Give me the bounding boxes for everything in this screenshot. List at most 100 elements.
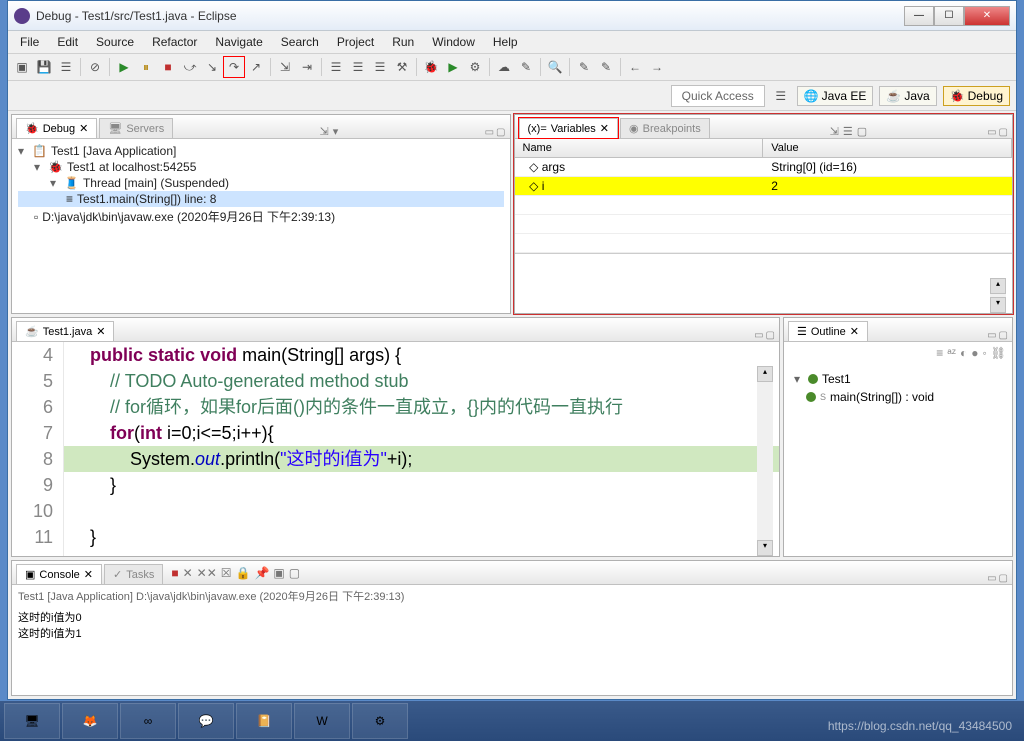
windows-taskbar[interactable]: 🖥 🦊 ∞ 💬 📔 W ⚙ https://blog.csdn.net/qq_4… bbox=[0, 701, 1024, 741]
tool2-icon[interactable]: ☰ bbox=[348, 57, 368, 77]
vars-min-icon[interactable]: ▭ bbox=[987, 127, 996, 138]
menu-source[interactable]: Source bbox=[88, 33, 142, 51]
console-clear-icon[interactable]: ☒ bbox=[221, 566, 232, 580]
taskbar-word[interactable]: W bbox=[294, 703, 350, 739]
menu-refactor[interactable]: Refactor bbox=[144, 33, 205, 51]
build-icon[interactable]: ⚒ bbox=[392, 57, 412, 77]
console-output[interactable]: 这时的i值为0 这时的i值为1 bbox=[12, 607, 1012, 695]
annot-icon[interactable]: ✎ bbox=[574, 57, 594, 77]
outline-tree[interactable]: ▾ Test1 S main(String[]) : void bbox=[784, 364, 1012, 412]
menu-edit[interactable]: Edit bbox=[49, 33, 86, 51]
forward-icon[interactable]: → bbox=[647, 57, 667, 77]
console-min-icon[interactable]: ▭ bbox=[987, 573, 996, 584]
quick-access[interactable]: Quick Access bbox=[671, 85, 765, 107]
debug-view-menu-icon[interactable]: ▾ bbox=[333, 125, 339, 138]
debug-app-node[interactable]: Test1 [Java Application] bbox=[51, 144, 176, 158]
menu-window[interactable]: Window bbox=[424, 33, 483, 51]
search-icon[interactable]: 🔍 bbox=[545, 57, 565, 77]
console-display-icon[interactable]: ▣ bbox=[273, 566, 284, 580]
vars-detail-pane[interactable]: ▴▾ bbox=[515, 253, 1013, 313]
menu-search[interactable]: Search bbox=[273, 33, 327, 51]
minimize-button[interactable]: — bbox=[904, 6, 934, 26]
perspective-java[interactable]: ☕ Java bbox=[879, 86, 936, 106]
outline-focus-icon[interactable]: ◦ bbox=[983, 346, 987, 360]
taskbar-eclipse[interactable]: ⚙ bbox=[352, 703, 408, 739]
tab-editor[interactable]: ☕ Test1.java ✕ bbox=[16, 321, 114, 341]
minimize-view-icon[interactable]: ▭ bbox=[485, 127, 494, 138]
close-button[interactable]: ✕ bbox=[964, 6, 1010, 26]
save-icon[interactable]: 💾 bbox=[34, 57, 54, 77]
menu-file[interactable]: File bbox=[12, 33, 47, 51]
drop-frame-icon[interactable]: ⇲ bbox=[275, 57, 295, 77]
outline-filter-icon[interactable]: ● bbox=[971, 346, 978, 360]
debug-drop-icon[interactable]: 🐞 bbox=[421, 57, 441, 77]
gutter[interactable]: 456 789 101112 bbox=[12, 342, 64, 556]
suspend-icon[interactable]: ⏸ bbox=[136, 57, 156, 77]
console-remove-icon[interactable]: ✕ bbox=[183, 566, 193, 580]
vars-scrollbar[interactable]: ▴▾ bbox=[990, 278, 1006, 313]
vars-collapse-icon[interactable]: ▢ bbox=[857, 125, 867, 138]
tab-breakpoints[interactable]: ◉ Breakpoints bbox=[620, 118, 710, 138]
editor-max-icon[interactable]: ▢ bbox=[766, 330, 775, 341]
run-drop-icon[interactable]: ▶ bbox=[443, 57, 463, 77]
debug-frame-node[interactable]: Test1.main(String[]) line: 8 bbox=[77, 192, 216, 206]
skip-bp-icon[interactable]: ⊘ bbox=[85, 57, 105, 77]
back-icon[interactable]: ← bbox=[625, 57, 645, 77]
taskbar-vs[interactable]: ∞ bbox=[120, 703, 176, 739]
outline-link-icon[interactable]: ⛓ bbox=[991, 346, 1006, 360]
tab-servers[interactable]: 🖥 Servers bbox=[99, 118, 173, 138]
disconnect-icon[interactable]: ⤻ bbox=[180, 57, 200, 77]
outline-sort-icon[interactable]: ≡ bbox=[936, 346, 943, 360]
new-icon[interactable]: ▣ bbox=[12, 57, 32, 77]
tab-tasks[interactable]: ✓ Tasks bbox=[104, 564, 163, 584]
debug-vm-node[interactable]: Test1 at localhost:54255 bbox=[67, 160, 196, 174]
debug-process-node[interactable]: D:\java\jdk\bin\javaw.exe (2020年9月26日 下午… bbox=[42, 208, 335, 225]
step-filter-icon[interactable]: ⇥ bbox=[297, 57, 317, 77]
console-remove-all-icon[interactable]: ✕✕ bbox=[197, 566, 217, 580]
console-open-icon[interactable]: ▢ bbox=[289, 566, 300, 580]
outline-min-icon[interactable]: ▭ bbox=[987, 330, 996, 341]
menu-help[interactable]: Help bbox=[485, 33, 526, 51]
taskbar-notes[interactable]: 📔 bbox=[236, 703, 292, 739]
taskbar-firefox[interactable]: 🦊 bbox=[62, 703, 118, 739]
tab-debug[interactable]: 🐞 Debug ✕ bbox=[16, 118, 97, 138]
taskbar-wechat[interactable]: 💬 bbox=[178, 703, 234, 739]
taskbar-app1[interactable]: 🖥 bbox=[4, 703, 60, 739]
menu-run[interactable]: Run bbox=[384, 33, 422, 51]
resume-icon[interactable]: ▶ bbox=[114, 57, 134, 77]
terminate-icon[interactable]: ■ bbox=[158, 57, 178, 77]
col-name[interactable]: Name bbox=[515, 139, 764, 157]
type-icon[interactable]: ✎ bbox=[516, 57, 536, 77]
step-over-icon[interactable]: ↷ bbox=[224, 57, 244, 77]
step-into-icon[interactable]: ↘ bbox=[202, 57, 222, 77]
outline-class[interactable]: Test1 bbox=[822, 372, 851, 386]
console-max-icon[interactable]: ▢ bbox=[999, 573, 1008, 584]
vars-layout-icon[interactable]: ☰ bbox=[843, 125, 853, 138]
title-bar[interactable]: Debug - Test1/src/Test1.java - Eclipse —… bbox=[8, 1, 1016, 31]
editor-scrollbar[interactable]: ▴▾ bbox=[757, 366, 773, 556]
console-pin-icon[interactable]: 📌 bbox=[254, 566, 269, 580]
vars-max-icon[interactable]: ▢ bbox=[999, 127, 1008, 138]
outline-method[interactable]: main(String[]) : void bbox=[830, 390, 934, 404]
code-editor[interactable]: 456 789 101112 public static void main(S… bbox=[12, 342, 779, 556]
perspective-javaee[interactable]: 🌐 Java EE bbox=[797, 86, 874, 106]
task-icon[interactable]: ✎ bbox=[596, 57, 616, 77]
new-server-icon[interactable]: ☁ bbox=[494, 57, 514, 77]
ext-tools-icon[interactable]: ⚙ bbox=[465, 57, 485, 77]
tool-icon[interactable]: ☰ bbox=[326, 57, 346, 77]
tab-variables[interactable]: (x)= Variables ✕ bbox=[519, 118, 619, 138]
outline-az-icon[interactable]: ᵃᶻ bbox=[947, 346, 956, 360]
var-row-args[interactable]: ◇ args String[0] (id=16) bbox=[515, 158, 1013, 177]
console-terminate-icon[interactable]: ■ bbox=[171, 566, 178, 580]
menu-project[interactable]: Project bbox=[329, 33, 382, 51]
maximize-button[interactable]: ☐ bbox=[934, 6, 964, 26]
maximize-view-icon[interactable]: ▢ bbox=[496, 127, 505, 138]
debug-view-toolbar-icon[interactable]: ⇲ bbox=[320, 125, 329, 138]
perspective-debug[interactable]: 🐞 Debug bbox=[943, 86, 1010, 106]
menu-navigate[interactable]: Navigate bbox=[207, 33, 270, 51]
console-lock-icon[interactable]: 🔒 bbox=[236, 566, 251, 580]
editor-min-icon[interactable]: ▭ bbox=[754, 330, 763, 341]
tab-outline[interactable]: ☰ Outline ✕ bbox=[788, 321, 868, 341]
open-perspective-icon[interactable]: ☰ bbox=[771, 86, 791, 106]
outline-hide-icon[interactable]: ◐ bbox=[960, 346, 967, 360]
